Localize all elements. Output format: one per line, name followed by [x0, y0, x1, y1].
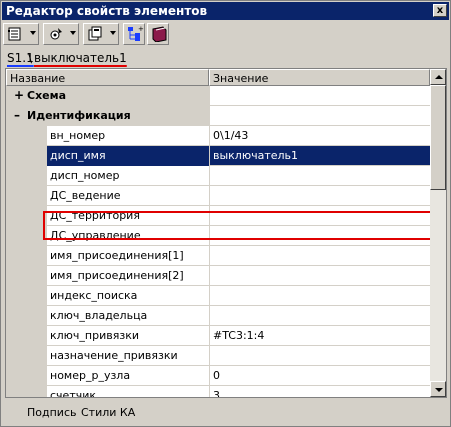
property-value[interactable]: [209, 266, 430, 286]
scroll-thumb[interactable]: [430, 85, 446, 190]
row-gutter: [6, 206, 47, 226]
collapse-icon[interactable]: –: [14, 106, 24, 125]
property-row[interactable]: ключ_привязки #TC3:1:4: [6, 326, 430, 346]
property-row[interactable]: имя_присоединения[1]: [6, 246, 430, 266]
copy-icon: [88, 26, 102, 41]
property-name[interactable]: ДС_управление: [47, 226, 209, 246]
scroll-up-button[interactable]: [430, 69, 446, 85]
element-name: выключатель1: [34, 51, 127, 65]
property-name[interactable]: ключ_привязки: [47, 326, 209, 346]
property-row[interactable]: ДС_управление: [6, 226, 430, 246]
vertical-scrollbar[interactable]: [430, 69, 446, 397]
row-gutter: [6, 146, 47, 166]
property-row[interactable]: ключ_владельца: [6, 306, 430, 326]
property-row[interactable]: дисп_имя выключатель1: [6, 146, 430, 166]
row-gutter: [6, 306, 47, 326]
properties-button[interactable]: [3, 23, 39, 45]
row-gutter: [6, 126, 47, 146]
settings-icon: [50, 28, 62, 40]
property-row[interactable]: ДС_ведение: [6, 186, 430, 206]
property-value[interactable]: [209, 86, 430, 106]
row-gutter: [6, 366, 47, 386]
settings-button[interactable]: [43, 23, 79, 45]
dropdown-arrow-icon[interactable]: [70, 31, 76, 35]
element-path: S1.1 \ выключатель1: [3, 48, 448, 68]
property-row[interactable]: счетчик 3: [6, 386, 430, 397]
property-row[interactable]: имя_присоединения[2]: [6, 266, 430, 286]
property-name[interactable]: имя_присоединения[1]: [47, 246, 209, 266]
close-button[interactable]: x: [433, 4, 447, 17]
column-header-name[interactable]: Название: [6, 69, 209, 86]
property-name[interactable]: дисп_номер: [47, 166, 209, 186]
arrow-up-icon: [435, 75, 443, 79]
column-header-value[interactable]: Значение: [209, 69, 430, 86]
arrow-down-icon: [435, 388, 443, 392]
window-title: Редактор свойств элементов: [6, 4, 208, 18]
property-name[interactable]: имя_присоединения[2]: [47, 266, 209, 286]
property-value[interactable]: [209, 346, 430, 366]
property-row[interactable]: номер_р_узла 0: [6, 366, 430, 386]
book-button[interactable]: [147, 23, 169, 45]
toolbar: +: [3, 22, 449, 46]
property-group-row[interactable]: + Схема: [6, 86, 430, 106]
property-value[interactable]: 3: [209, 386, 430, 397]
property-name[interactable]: счетчик: [47, 386, 209, 397]
tree-icon: +: [128, 26, 144, 41]
property-value[interactable]: [209, 186, 430, 206]
property-name[interactable]: дисп_имя: [47, 146, 209, 166]
property-value[interactable]: [209, 226, 430, 246]
property-name[interactable]: назначение_привязки: [47, 346, 209, 366]
property-name[interactable]: ключ_владельца: [47, 306, 209, 326]
tab-signature[interactable]: Подпись: [27, 401, 76, 425]
property-value[interactable]: выключатель1: [209, 146, 430, 166]
property-name[interactable]: номер_р_узла: [47, 366, 209, 386]
tree-button[interactable]: +: [123, 23, 145, 45]
svg-text:+: +: [138, 26, 144, 33]
property-value[interactable]: [209, 286, 430, 306]
property-value[interactable]: [209, 206, 430, 226]
property-row[interactable]: вн_номер 0\1/43: [6, 126, 430, 146]
property-value[interactable]: [209, 246, 430, 266]
scroll-down-button[interactable]: [430, 381, 446, 397]
row-gutter: [6, 266, 47, 286]
properties-icon: [8, 27, 21, 41]
property-row[interactable]: индекс_поиска: [6, 286, 430, 306]
property-name[interactable]: индекс_поиска: [47, 286, 209, 306]
expand-icon[interactable]: +: [14, 86, 24, 105]
dropdown-arrow-icon[interactable]: [30, 31, 36, 35]
path-separator: \: [28, 51, 33, 65]
property-value[interactable]: [209, 166, 430, 186]
row-gutter: [6, 226, 47, 246]
property-row[interactable]: ДС_территория: [6, 206, 430, 226]
bottom-tabs: Подпись Стили КА: [3, 401, 449, 425]
row-gutter: [6, 386, 47, 397]
row-gutter: [6, 326, 47, 346]
row-gutter: [6, 166, 47, 186]
property-name[interactable]: Идентификация: [27, 106, 209, 126]
title-bar[interactable]: Редактор свойств элементов x: [2, 2, 449, 20]
property-name[interactable]: Схема: [27, 86, 209, 106]
row-gutter: [6, 286, 47, 306]
property-value[interactable]: 0\1/43: [209, 126, 430, 146]
row-gutter: [6, 246, 47, 266]
row-gutter: [6, 346, 47, 366]
book-icon: [152, 26, 167, 42]
property-grid: Название Значение + Схема – Идентификация вн…: [5, 68, 447, 398]
tab-styles[interactable]: Стили КА: [81, 401, 135, 425]
property-group-row[interactable]: – Идентификация: [6, 106, 430, 126]
dropdown-arrow-icon[interactable]: [110, 31, 116, 35]
property-value[interactable]: 0: [209, 366, 430, 386]
property-row[interactable]: назначение_привязки: [6, 346, 430, 366]
property-value[interactable]: [209, 306, 430, 326]
property-rows: + Схема – Идентификация вн_номер 0\1/43 дисп_и…: [6, 86, 430, 397]
property-value[interactable]: [209, 106, 430, 126]
row-gutter: [6, 186, 47, 206]
property-name[interactable]: ДС_территория: [47, 206, 209, 226]
property-name[interactable]: ДС_ведение: [47, 186, 209, 206]
properties-editor-window: Редактор свойств элементов x + S1.1 \ вы…: [0, 0, 451, 427]
property-value[interactable]: #TC3:1:4: [209, 326, 430, 346]
property-row[interactable]: дисп_номер: [6, 166, 430, 186]
property-name[interactable]: вн_номер: [47, 126, 209, 146]
copy-button[interactable]: [83, 23, 119, 45]
